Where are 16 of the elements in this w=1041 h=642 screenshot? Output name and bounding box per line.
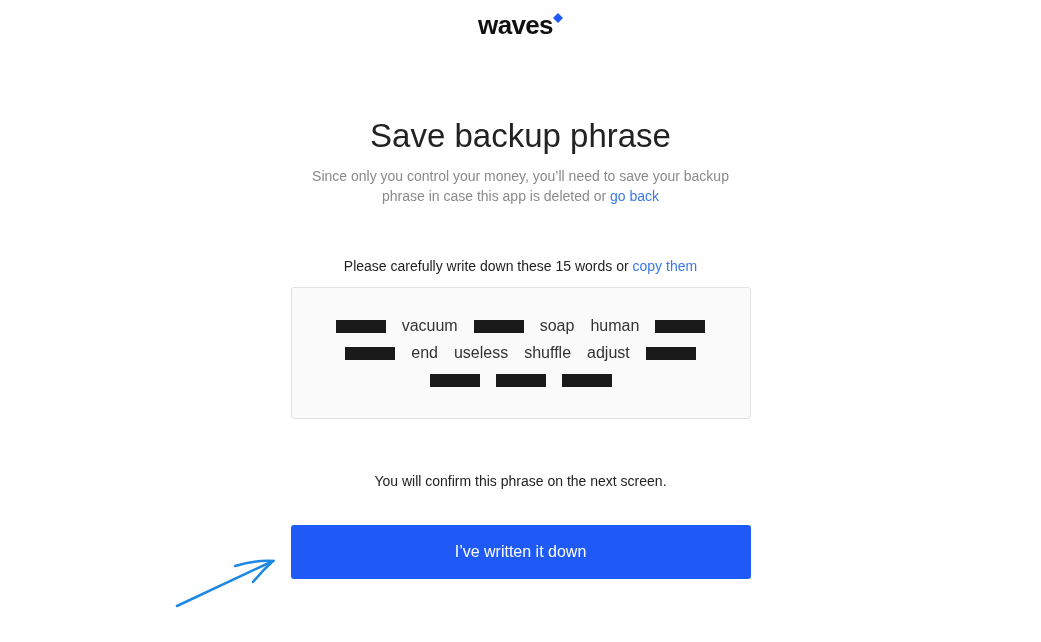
instruction: Please carefully write down these 15 words or copy them [343, 257, 698, 276]
diamond-icon [552, 13, 563, 23]
confirm-note: You will confirm this phrase on the next screen. [374, 472, 667, 491]
phrase-word: human [590, 316, 640, 336]
phrase-word: end [411, 343, 438, 363]
phrase-word: soap [539, 316, 575, 336]
subtitle: Since only you control your money, you’ll need to save your backup phrase in case this app is deleted or go back [311, 167, 730, 206]
phrase-word: adjust [587, 343, 630, 363]
page-title: Save backup phrase [370, 116, 671, 156]
copy-link[interactable]: copy them [632, 258, 698, 274]
phrase-word: shuffle [524, 343, 572, 363]
phrase-word: vacuum [401, 316, 458, 336]
logo: waves [478, 10, 553, 40]
phrase-word: useless [453, 343, 509, 363]
go-back-link[interactable]: go back [610, 188, 660, 204]
written-down-button[interactable]: I’ve written it down [290, 525, 751, 579]
